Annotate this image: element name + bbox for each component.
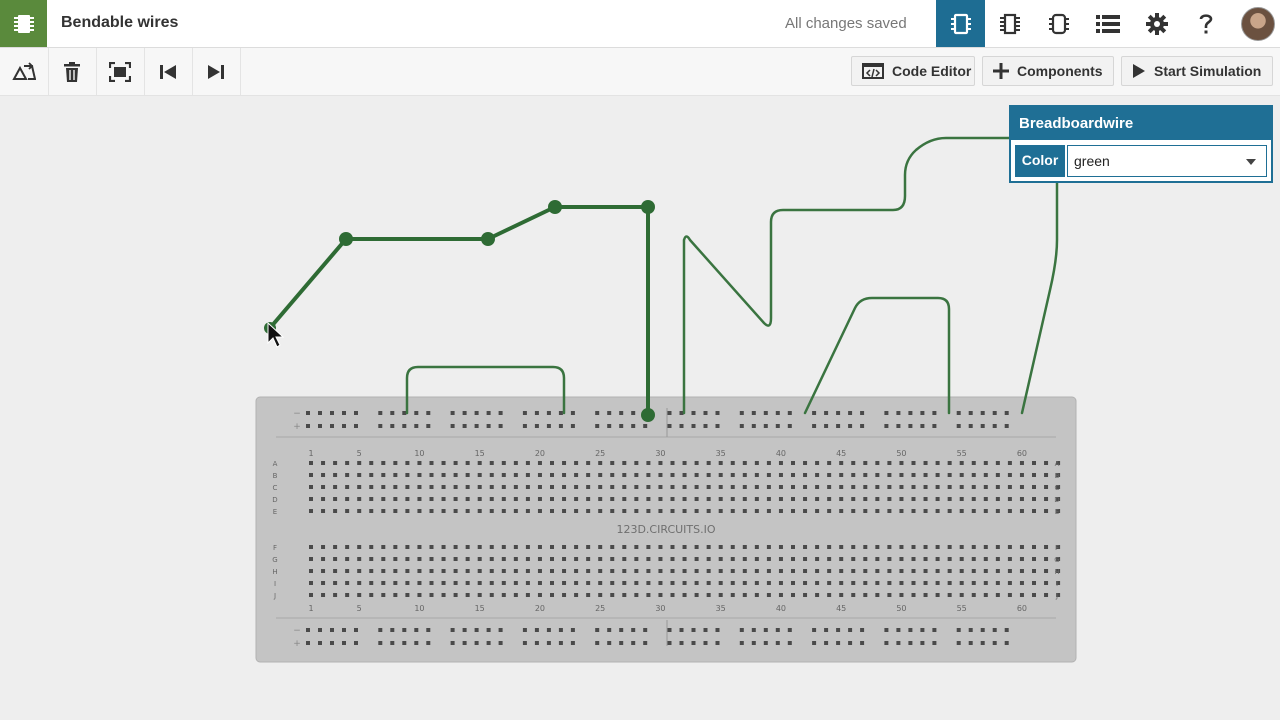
column-label: 60 <box>1017 449 1027 458</box>
column-label: 10 <box>414 449 424 458</box>
row-label: B <box>273 472 278 480</box>
column-label: 50 <box>896 604 906 613</box>
column-label: 25 <box>595 449 605 458</box>
column-label: 15 <box>475 449 485 458</box>
column-label: 60 <box>1017 604 1027 613</box>
row-label: D <box>272 496 277 504</box>
row-label: F <box>273 544 277 552</box>
column-label: 45 <box>836 604 846 613</box>
row-label: E <box>1055 508 1059 516</box>
breadboard-brand: 123D.CIRCUITS.IO <box>616 523 715 536</box>
breadboard[interactable]: 1 5 10 15 20 25 30 35 40 45 50 55 60 1 5 10 15 20 25 30 35 4… <box>255 396 1077 663</box>
column-label: 50 <box>896 449 906 458</box>
column-label: 1 <box>308 449 313 458</box>
row-label: H <box>272 568 277 576</box>
row-label: H <box>1054 568 1059 576</box>
column-label: 20 <box>535 604 545 613</box>
row-label: G <box>1054 556 1059 564</box>
row-label: G <box>272 556 277 564</box>
wire-handle[interactable] <box>641 200 655 214</box>
column-label: 20 <box>535 449 545 458</box>
wire-handle[interactable] <box>548 200 562 214</box>
row-label: A <box>1055 460 1060 468</box>
wire-handle-end[interactable] <box>641 408 655 422</box>
wire-bend-handles[interactable] <box>264 200 655 422</box>
rail-label: + <box>293 422 301 432</box>
column-label: 1 <box>308 604 313 613</box>
column-label: 40 <box>776 604 786 613</box>
column-label: 10 <box>414 604 424 613</box>
column-label: 15 <box>475 604 485 613</box>
row-label: F <box>1055 544 1059 552</box>
column-label: 5 <box>357 449 362 458</box>
column-label: 55 <box>957 449 967 458</box>
row-label: E <box>273 508 277 516</box>
wire-handle[interactable] <box>481 232 495 246</box>
row-label: I <box>274 580 276 588</box>
inspector-title: Breadboardwire <box>1011 107 1271 140</box>
column-label: 25 <box>595 604 605 613</box>
row-label: C <box>273 484 278 492</box>
column-label: 35 <box>716 604 726 613</box>
wire-jumper-2[interactable] <box>803 296 951 415</box>
row-label: A <box>273 460 278 468</box>
column-label: 5 <box>357 604 362 613</box>
wires <box>268 136 1059 417</box>
row-label: C <box>1055 484 1060 492</box>
column-label: 30 <box>655 604 665 613</box>
row-label: J <box>1055 592 1058 600</box>
column-label: 30 <box>655 449 665 458</box>
row-label: D <box>1054 496 1059 504</box>
wire-bent-1[interactable] <box>682 136 1011 415</box>
color-select-value: green <box>1074 153 1110 169</box>
row-label: I <box>1056 580 1058 588</box>
row-label: B <box>1055 472 1060 480</box>
color-row: Color green <box>1015 145 1267 177</box>
column-label: 40 <box>776 449 786 458</box>
color-label: Color <box>1015 145 1065 177</box>
rail-label: − <box>293 409 301 419</box>
wire-inspector-panel: Breadboardwire Color green <box>1009 105 1273 183</box>
chevron-down-icon <box>1246 159 1256 165</box>
selected-wire[interactable] <box>268 205 650 417</box>
column-label: 45 <box>836 449 846 458</box>
column-label: 55 <box>957 604 967 613</box>
wire-bent-2[interactable] <box>1020 181 1059 415</box>
column-label: 35 <box>716 449 726 458</box>
wire-handle[interactable] <box>339 232 353 246</box>
row-label: J <box>273 592 276 600</box>
rail-label: − <box>293 626 301 636</box>
color-select[interactable]: green <box>1067 145 1267 177</box>
rail-label: + <box>293 639 301 649</box>
